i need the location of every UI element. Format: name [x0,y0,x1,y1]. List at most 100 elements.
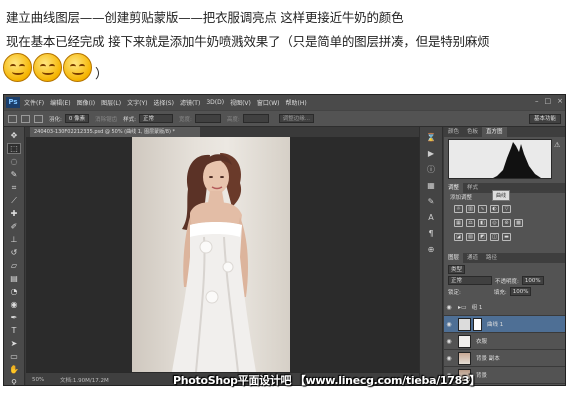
layer-row-selected[interactable]: ◉ 曲线 1 [444,316,565,333]
hue-saturation-icon[interactable]: ▦ [454,219,463,227]
gradient-tool-icon[interactable]: ▤ [8,274,20,283]
menu-edit[interactable]: 编辑(E) [50,98,70,107]
menu-filter[interactable]: 滤镜(T) [180,98,200,107]
type-tool-icon[interactable]: T [8,326,20,335]
color-lookup-icon[interactable]: ▩ [514,219,523,227]
black-white-icon[interactable]: ◧ [478,219,487,227]
zoom-level[interactable]: 50% [32,377,52,383]
menu-3d[interactable]: 3D(D) [206,99,224,106]
tab-adjustments[interactable]: 调整 [444,183,464,193]
marquee-preset-icon[interactable] [8,114,17,123]
info-icon[interactable]: ⓘ [425,165,437,175]
histogram-warning-icon[interactable]: ⚠ [554,141,560,149]
maximize-button[interactable]: □ [545,97,552,105]
menu-file[interactable]: 文件(F) [24,98,44,107]
quick-select-tool-icon[interactable]: ✎ [8,170,20,179]
refine-edge-button[interactable]: 调整边缘... [278,114,314,123]
histogram-curve [493,142,541,178]
zoom-tool-icon[interactable]: ⚲ [8,378,20,385]
photoshop-window: Ps 文件(F) 编辑(E) 图像(I) 图层(L) 文字(Y) 选择(S) 滤… [3,94,566,386]
threshold-icon[interactable]: ◩ [478,233,487,241]
tab-styles[interactable]: 样式 [463,183,482,193]
tab-layers[interactable]: 图层 [444,253,464,263]
lock-label: 锁定: [448,289,461,296]
tab-swatches[interactable]: 色板 [463,127,482,137]
clone-source-icon[interactable]: ⊕ [425,245,437,255]
invert-icon[interactable]: ◪ [454,233,463,241]
healing-brush-tool-icon[interactable]: ✚ [8,209,20,218]
properties-icon[interactable]: ▦ [425,181,437,191]
selective-color-icon[interactable]: ◫ [490,233,499,241]
clone-stamp-tool-icon[interactable]: ⊥ [8,235,20,244]
tab-channels[interactable]: 通道 [463,253,482,263]
history-brush-tool-icon[interactable]: ↺ [8,248,20,257]
blend-mode-select[interactable]: 正常 [448,276,492,285]
character-icon[interactable]: A [425,213,437,223]
gradient-map-icon[interactable]: ▬ [502,233,511,241]
menu-select[interactable]: 选择(S) [153,98,174,107]
menu-window[interactable]: 窗口(W) [257,98,280,107]
woman-in-white-dress-image [172,153,256,372]
menu-view[interactable]: 视图(V) [230,98,251,107]
minimize-button[interactable]: – [535,97,539,105]
layer-row[interactable]: ◉ 衣服 [444,333,565,350]
photo-filter-icon[interactable]: ◎ [490,219,499,227]
fill-input[interactable]: 100% [509,287,532,296]
canvas-photo [132,137,290,372]
exposure-icon[interactable]: ◐ [490,205,499,213]
brightness-contrast-icon[interactable]: ☼ [454,205,463,213]
visibility-eye-icon[interactable]: ◉ [444,355,454,362]
antialias-checkbox[interactable]: 消除锯齿 [95,115,117,123]
new-selection-icon[interactable] [21,114,30,123]
levels-icon[interactable]: ▥ [466,205,475,213]
opacity-input[interactable]: 100% [521,276,544,285]
crop-tool-icon[interactable]: ⌗ [8,183,20,192]
posterize-icon[interactable]: ▧ [466,233,475,241]
marquee-tool-icon[interactable]: ⬚ [7,143,21,154]
pen-tool-icon[interactable]: ✒ [8,313,20,322]
close-button[interactable]: × [557,97,563,105]
style-select[interactable]: 正常 [138,114,173,123]
brush-preset-icon[interactable]: ✎ [425,197,437,207]
channel-mixer-icon[interactable]: ⊛ [502,219,511,227]
tab-histogram[interactable]: 直方图 [482,127,507,137]
hand-tool-icon[interactable]: ✋ [8,365,20,374]
menu-layer[interactable]: 图层(L) [101,98,121,107]
eraser-tool-icon[interactable]: ▱ [8,261,20,270]
dodge-tool-icon[interactable]: ◉ [8,300,20,309]
tab-color[interactable]: 颜色 [444,127,463,137]
width-input[interactable] [194,114,221,123]
layer-row[interactable]: ◉ 背景 副本 [444,350,565,367]
visibility-eye-icon[interactable]: ◉ [444,304,454,311]
eyedropper-tool-icon[interactable]: ⟋ [8,196,20,205]
add-selection-icon[interactable] [34,114,43,123]
actions-icon[interactable]: ▶ [425,149,437,159]
vibrance-icon[interactable]: ▽ [502,205,511,213]
paragraph-icon[interactable]: ¶ [425,229,437,239]
canvas-area[interactable] [26,137,419,372]
feather-input[interactable]: 0 像素 [64,114,90,123]
history-icon[interactable]: ⌛ [425,133,437,143]
menu-help[interactable]: 帮助(H) [286,98,307,107]
layer-row[interactable]: ◉ ▸▭ 组 1 [444,299,565,316]
color-balance-icon[interactable]: ⚖ [466,219,475,227]
document-tab[interactable]: 240403-130F02212335.psd @ 50% (曲线 1, 图层蒙… [30,127,200,137]
blur-tool-icon[interactable]: ◔ [8,287,20,296]
brush-tool-icon[interactable]: ✐ [8,222,20,231]
height-input[interactable] [242,114,269,123]
move-tool-icon[interactable]: ✥ [8,131,20,140]
path-select-tool-icon[interactable]: ➤ [8,339,20,348]
curves-icon[interactable]: ∿ [478,205,487,213]
panel-dock: ⌛ ▶ ⓘ ▦ ✎ A ¶ ⊕ [419,127,443,385]
width-label: 宽度: [178,116,192,123]
lasso-tool-icon[interactable]: ◌ [8,157,20,166]
visibility-eye-icon[interactable]: ◉ [444,321,454,328]
tab-paths[interactable]: 路径 [482,253,501,263]
menu-type[interactable]: 文字(Y) [127,98,147,107]
curves-adjustment-thumbnail [458,317,471,331]
workspace-select[interactable]: 基本功能 [528,114,561,124]
visibility-eye-icon[interactable]: ◉ [444,338,454,345]
shape-tool-icon[interactable]: ▭ [8,352,20,361]
menu-image[interactable]: 图像(I) [77,98,95,107]
layer-filter-select[interactable]: 类型 [448,265,466,274]
